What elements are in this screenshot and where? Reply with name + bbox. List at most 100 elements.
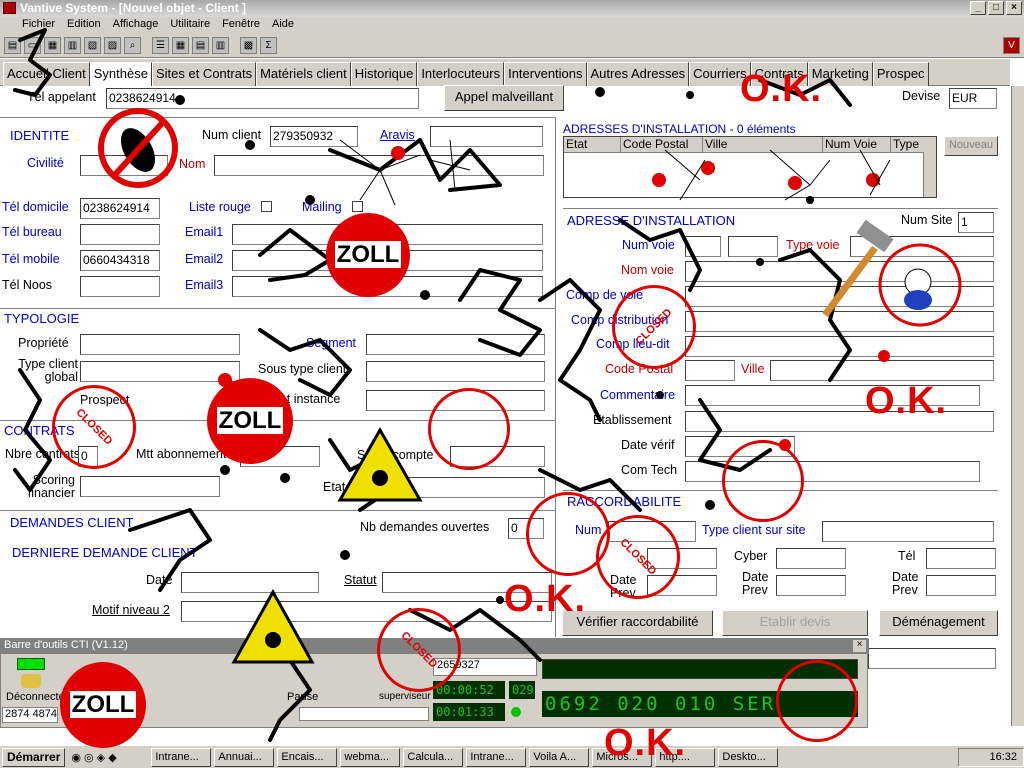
comp-distrib-field[interactable] [685,311,994,332]
maximize-button[interactable]: □ [988,1,1004,15]
list-icon[interactable]: ☰ [152,37,169,54]
tel-appelant-field[interactable]: 0238624914 [106,88,419,109]
menu-aide[interactable]: Aide [272,18,294,34]
type-voie-select[interactable] [850,236,994,257]
tab-materiels-client[interactable]: Matériels client [256,62,351,86]
menu-edition[interactable]: Edition [67,18,101,34]
minimize-button[interactable]: _ [970,1,986,15]
cyber-field[interactable] [776,548,846,569]
tab-synthese[interactable]: Synthèse [89,62,152,86]
solde-compte-label: Solde compte [357,448,434,462]
demenagement-button[interactable]: Déménagement [879,610,998,636]
column-header-num-voie[interactable]: Num Voie [822,137,890,152]
taskbar-item-encaissement[interactable]: Encais... [277,747,338,767]
devise-field[interactable]: EUR [949,88,997,109]
nouveau-button[interactable]: Nouveau [944,136,998,156]
scoring-field[interactable] [80,476,220,497]
tel-mobile-field[interactable]: 0660434318 [80,250,160,271]
taskbar-item-calculatrice[interactable]: Calcula... [403,747,464,767]
tab-accueil-client[interactable]: Accueil Client [3,62,90,86]
propriete-field[interactable] [80,334,240,355]
sous-type-field[interactable] [366,361,545,382]
close-button[interactable]: × [1006,1,1022,15]
type-client-field[interactable] [80,361,240,382]
num-site-field[interactable]: 1 [958,212,994,233]
motif-field[interactable] [181,601,552,622]
taskbar-item-intranet-2[interactable]: Intrane... [466,747,527,767]
civilite-select[interactable] [80,155,168,176]
menu-utilitaire[interactable]: Utilitaire [170,18,210,34]
form-icon[interactable]: ▤ [192,37,209,54]
complement-field[interactable] [685,286,994,307]
tab-autres-adresses[interactable]: Autres Adresses [586,62,690,86]
tab-sites-et-contrats[interactable]: Sites et Contrats [151,62,257,86]
date-prev-field-2[interactable] [776,575,846,596]
grid-icon[interactable]: ▦ [172,37,189,54]
aravis-link[interactable]: Aravis [380,128,415,142]
taskbar-item-annuaire[interactable]: Annuai... [214,747,275,767]
adresses-scrollbar[interactable] [923,152,936,197]
column-header-etat[interactable]: Etat [564,137,620,152]
aravis-field[interactable] [430,126,543,147]
date-prev-field-3[interactable] [926,575,996,596]
segment-field[interactable] [366,334,545,355]
print-icon[interactable]: ▥ [64,37,81,54]
cti-close-icon[interactable]: × [853,640,866,652]
column-header-ville[interactable]: Ville [702,137,822,152]
taskbar-item-desktop[interactable]: Deskto... [718,747,779,767]
etat-field[interactable] [366,477,545,498]
ville-field[interactable] [770,360,994,381]
com-tech-label: Com Tech [621,463,678,477]
type-site-field[interactable] [822,521,994,542]
taskbar-item-intranet-1[interactable]: Intrane... [151,747,212,767]
quick-launch-icons[interactable]: ◉ ◎ ◈ ◆ [71,751,151,764]
copy-icon[interactable]: ▧ [84,37,101,54]
taskbar-item-voila[interactable]: Voila A... [529,747,590,767]
appel-malveillant-button[interactable]: Appel malveillant [444,85,564,111]
num-voie-field[interactable] [685,236,721,257]
open-icon[interactable]: ▭ [24,37,41,54]
tel-domicile-field[interactable]: 0238624914 [80,198,160,219]
comp-lieu-field[interactable] [685,336,994,357]
counter: 029 [509,681,535,699]
statut-label[interactable]: Statut [344,573,377,587]
tel-bureau-field[interactable] [80,224,160,245]
nom-voie-field[interactable] [685,261,994,282]
extra-field[interactable] [868,648,996,669]
status-led-icon [17,658,45,670]
sum-icon[interactable]: Σ [260,37,277,54]
new-icon[interactable]: ▤ [4,37,21,54]
main-scrollbar[interactable] [1011,86,1024,726]
phone-icon[interactable] [21,674,41,688]
tab-interlocuteurs[interactable]: Interlocuteurs [417,62,505,86]
save-icon[interactable]: ▦ [44,37,61,54]
column-header-type[interactable]: Type [890,137,936,152]
liste-rouge-checkbox[interactable] [261,201,272,212]
table-icon[interactable]: ▥ [212,37,229,54]
chart-icon[interactable]: ▩ [240,37,257,54]
ville-label: Ville [741,362,765,376]
tab-interventions[interactable]: Interventions [504,62,587,86]
date-field[interactable] [181,572,319,593]
column-header-code-postal[interactable]: Code Postal [620,137,702,152]
menu-fichier[interactable]: Fichier [22,18,55,34]
mailing-checkbox[interactable] [352,201,363,212]
menu-fenetre[interactable]: Fenêtre [222,18,260,34]
tel-noos-field[interactable] [80,276,160,297]
taskbar-item-webmail[interactable]: webma... [340,747,401,767]
cti-info-field[interactable] [299,707,429,721]
num-voie-ext-select[interactable] [728,236,778,257]
tab-prospec[interactable]: Prospec [872,62,929,86]
nom-field[interactable] [214,155,544,176]
tel-rac-field[interactable] [926,548,996,569]
tab-historique[interactable]: Historique [350,62,418,86]
paste-icon[interactable]: ▨ [104,37,121,54]
etablissement-field[interactable] [685,411,994,432]
code-postal-field[interactable] [685,360,735,381]
num-client-field[interactable]: 279350932 [270,126,358,147]
menu-affichage[interactable]: Affichage [113,18,159,34]
motif-label[interactable]: Motif niveau 2 [92,603,170,617]
start-button[interactable]: Démarrer [2,747,66,767]
etablir-devis-button[interactable]: Etablir devis [722,610,868,636]
search-icon[interactable]: ⌕ [124,37,141,54]
